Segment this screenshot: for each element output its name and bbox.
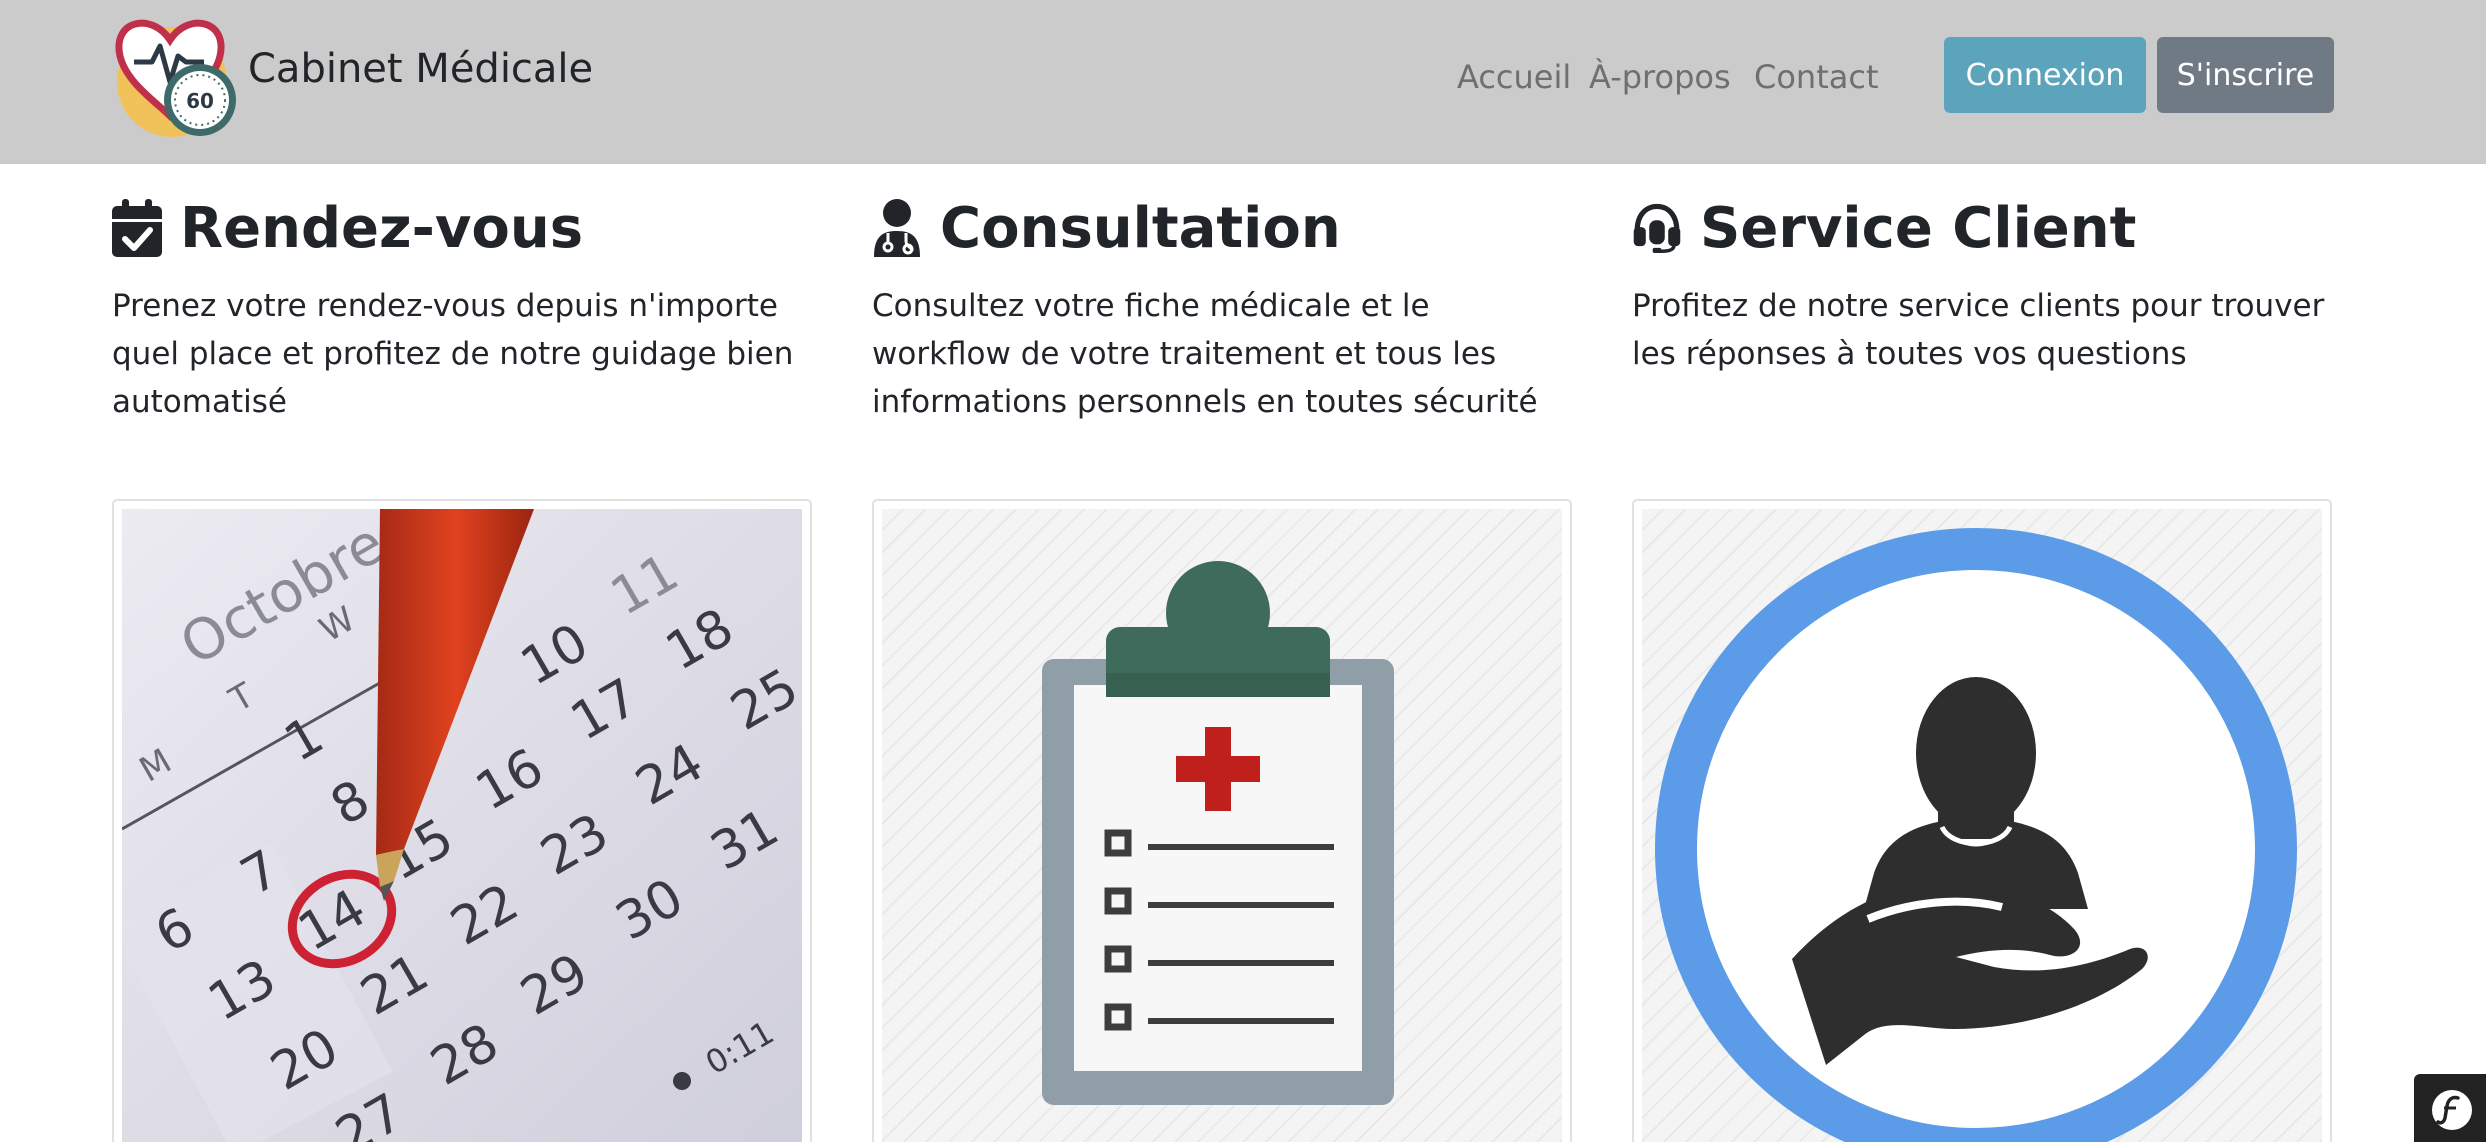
clipboard-image (882, 509, 1562, 1142)
feature-title: Consultation (872, 192, 1572, 264)
service-client-card[interactable] (1632, 499, 2332, 1142)
rendez-vous-card[interactable]: Octobre M T W 1 6 7 8 10 11 13 14 15 16 … (112, 499, 812, 1142)
consultation-card[interactable] (872, 499, 1572, 1142)
moon-phase-icon (673, 1072, 691, 1090)
logo[interactable]: 60 (112, 12, 240, 140)
calendar-check-icon (112, 199, 162, 257)
heart-clock-logo-icon: 60 (115, 19, 236, 137)
service-client-image (1642, 509, 2322, 1142)
nav-link-contact[interactable]: Contact (1754, 58, 1879, 96)
feature-title-text: Rendez-vous (180, 195, 584, 261)
logo-badge-text: 60 (186, 89, 214, 113)
feature-title: Service Client (1632, 192, 2332, 264)
feature-title-text: Service Client (1700, 195, 2137, 261)
feature-consultation: Consultation Consultez votre fiche médic… (872, 192, 1572, 426)
login-button[interactable]: Connexion (1944, 37, 2146, 113)
user-doctor-icon (874, 199, 920, 257)
feature-description: Profitez de notre service clients pour t… (1632, 288, 2325, 372)
symfony-toolbar-toggle[interactable] (2414, 1074, 2486, 1142)
navbar: 60 Cabinet Médicale Accueil À-propos Con… (0, 0, 2486, 164)
calendar-photo: Octobre M T W 1 6 7 8 10 11 13 14 15 16 … (122, 509, 802, 1142)
headset-icon (1633, 203, 1681, 253)
nav-link-a-propos[interactable]: À-propos (1589, 58, 1731, 96)
calendar-pen-illustration: Octobre M T W 1 6 7 8 10 11 13 14 15 16 … (122, 509, 802, 1142)
feature-description: Consultez votre fiche médicale et le wor… (872, 288, 1538, 420)
feature-service-client: Service Client Profitez de notre service… (1632, 192, 2332, 378)
signup-button[interactable]: S'inscrire (2157, 37, 2334, 113)
symfony-logo-icon (2432, 1090, 2472, 1130)
medical-clipboard-icon (1042, 561, 1394, 1105)
feature-rendez-vous: Rendez-vous Prenez votre rendez-vous dep… (112, 192, 812, 426)
brand-name[interactable]: Cabinet Médicale (248, 46, 593, 92)
feature-title-text: Consultation (940, 195, 1341, 261)
nav-link-accueil[interactable]: Accueil (1457, 58, 1571, 96)
feature-title: Rendez-vous (112, 192, 812, 264)
hand-person-care-icon (1655, 528, 2297, 1142)
feature-description: Prenez votre rendez-vous depuis n'import… (112, 288, 794, 420)
